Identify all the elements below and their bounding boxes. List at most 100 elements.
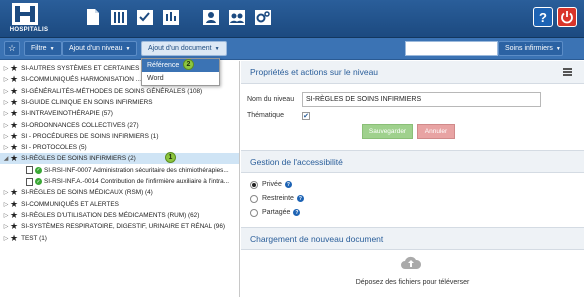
tree-item-label: SI-COMMUNIQUÉS ET ALERTES	[21, 200, 119, 208]
details-panel: Propriétés et actions sur le niveau Nom …	[241, 61, 584, 297]
access-option-label: Partagée	[262, 209, 291, 216]
top-bar: HOSPITALIS ?	[0, 0, 584, 38]
tree-level-row[interactable]: ▷ ★ SI-GÉNÉRALITÉS-MÉTHODES DE SOINS GÉNÉR…	[0, 86, 239, 97]
checklist-icon[interactable]	[134, 6, 156, 28]
scope-dropdown[interactable]: Soins infirmiers ▼	[498, 41, 563, 56]
tree-level-row[interactable]: ▷ ★ SI-COMMUNIQUÉS ET ALERTES	[0, 198, 239, 210]
tree-level-row[interactable]: ▷ ★ SI-ORDONNANCES COLLECTIVES (27)	[0, 119, 239, 131]
level-star-icon: ★	[10, 198, 19, 209]
add-level-button[interactable]: Ajout d'un niveau ▼	[62, 41, 138, 56]
expand-toggle-icon[interactable]: ▷	[2, 76, 10, 83]
hamburger-menu-icon[interactable]	[563, 68, 572, 76]
tree-document-row[interactable]: ✓ SI-RSI-INF-0007 Administration sécurita…	[0, 165, 239, 176]
access-option-restricted[interactable]: Restreinte?	[250, 193, 304, 204]
help-circle-icon[interactable]: ?	[293, 209, 301, 216]
tree-item-label: SI-RSI-INF.A.-0014 Contribution de l'inf…	[44, 178, 229, 185]
tree-level-row[interactable]: ▷ ★ SI-SYSTÈMES RESPIRATOIRE, DIGESTIF, UR…	[0, 221, 239, 232]
callout-badge-2: 2	[183, 59, 194, 70]
cancel-button[interactable]: Annuler	[417, 124, 455, 139]
level-name-label: Nom du niveau	[247, 96, 295, 103]
favorites-button[interactable]: ☆	[4, 41, 20, 56]
expand-toggle-icon[interactable]: ▷	[2, 235, 10, 242]
caret-down-icon: ▼	[214, 45, 220, 52]
tree-level-row[interactable]: ▷ ★ SI-INTRAVEINOTHÉRAPIE (57)	[0, 108, 239, 119]
hospitalis-logo-mark	[12, 3, 38, 25]
star-icon: ☆	[7, 43, 17, 53]
help-button[interactable]: ?	[533, 7, 553, 27]
help-circle-icon[interactable]: ?	[284, 181, 292, 188]
access-option-shared[interactable]: Partagée?	[250, 207, 301, 218]
expand-toggle-icon[interactable]: ▷	[2, 133, 10, 140]
level-star-icon: ★	[10, 119, 19, 130]
app-name: HOSPITALIS	[9, 27, 49, 33]
expand-toggle-icon[interactable]: ▷	[2, 99, 10, 106]
add-document-label: Ajout d'un document	[148, 45, 212, 52]
tree-level-row[interactable]: ◢ ★ SI-RÈGLES DE SOINS INFIRMIERS (2)	[0, 153, 239, 165]
level-star-icon: ★	[10, 187, 19, 198]
expand-toggle-icon[interactable]: ▷	[2, 201, 10, 208]
expand-toggle-icon[interactable]: ▷	[2, 110, 10, 117]
tree-item-label: SI-GUIDE CLINIQUE EN SOINS INFIRMIERS	[21, 98, 153, 106]
tree-level-row[interactable]: ▷ ★ SI - PROTOCOLES (5)	[0, 142, 239, 153]
cloud-upload-icon	[401, 256, 422, 269]
tree-level-row[interactable]: ▷ ★ SI-RÈGLES D'UTILISATION DES MÉDICAMENT…	[0, 209, 239, 221]
access-option-label: Restreinte	[262, 195, 294, 202]
help-circle-icon[interactable]: ?	[296, 195, 304, 202]
expand-toggle-icon[interactable]: ▷	[2, 223, 10, 230]
group-icon[interactable]	[226, 6, 248, 28]
level-star-icon: ★	[10, 209, 19, 220]
level-star-icon: ★	[10, 63, 19, 73]
expand-toggle-icon[interactable]: ▷	[2, 212, 10, 219]
drop-instructions: Déposez des fichiers pour téléverser	[355, 279, 470, 286]
approved-check-icon: ✓	[35, 178, 42, 185]
radio-shared[interactable]	[250, 208, 258, 217]
access-option-private[interactable]: Privée?	[250, 179, 292, 190]
properties-title: Propriétés et actions sur le niveau	[250, 67, 379, 77]
users-icon[interactable]	[200, 6, 222, 28]
checkmark-icon: ✔	[303, 113, 309, 120]
toolbar: ☆ Filtre ▼ Ajout d'un niveau ▼ Ajout d'un …	[0, 38, 584, 60]
main-nav	[82, 6, 278, 30]
file-drop-zone[interactable]: Déposez des fichiers pour téléverser	[241, 250, 584, 297]
tree-item-label: SI-RÈGLES DE SOINS INFIRMIERS (2)	[21, 155, 136, 163]
tree-level-row[interactable]: ▷ ★ SI - PROCÉDURES DE SOINS INFIRMIERS (1…	[0, 130, 239, 142]
expand-toggle-icon[interactable]: ▷	[2, 122, 10, 129]
expand-toggle-icon[interactable]: ▷	[2, 189, 10, 196]
level-name-value: SI-RÈGLES DE SOINS INFIRMIERS	[306, 96, 422, 103]
documents-icon[interactable]	[82, 6, 104, 28]
tree-document-row[interactable]: ✓ SI-RSI-INF.A.-0014 Contribution de l'in…	[0, 176, 239, 187]
logout-button[interactable]	[557, 7, 577, 27]
tree-level-row[interactable]: ▷ ★ SI-RÈGLES DE SOINS MÉDICAUX (RSM) (4)	[0, 187, 239, 198]
properties-header: Propriétés et actions sur le niveau	[241, 61, 584, 84]
filter-button[interactable]: Filtre ▼	[24, 41, 62, 56]
scope-label: Soins infirmiers	[505, 45, 553, 52]
radio-restricted[interactable]	[250, 194, 258, 203]
expand-toggle-icon[interactable]: ▷	[2, 65, 10, 72]
expand-toggle-icon[interactable]: ▷	[2, 144, 10, 151]
save-button[interactable]: Sauvegarder	[362, 124, 413, 139]
menu-item-word[interactable]: Word	[142, 72, 219, 85]
document-icon	[26, 177, 33, 186]
filter-label: Filtre	[31, 45, 47, 52]
tree-level-row[interactable]: ▷ ★ TEST (1)	[0, 232, 239, 244]
menu-item-reference[interactable]: Référence	[142, 59, 219, 72]
revisions-icon[interactable]	[160, 6, 182, 28]
level-star-icon: ★	[10, 74, 19, 85]
level-star-icon: ★	[10, 130, 19, 141]
tree-item-label: TEST (1)	[21, 234, 47, 242]
level-star-icon: ★	[10, 142, 19, 153]
hospitalis-logo: HOSPITALIS	[4, 2, 54, 36]
level-name-input[interactable]: SI-RÈGLES DE SOINS INFIRMIERS	[302, 92, 541, 107]
thematic-checkbox[interactable]: ✔	[302, 112, 310, 120]
expand-toggle-icon[interactable]: ◢	[2, 155, 10, 162]
expand-toggle-icon[interactable]: ▷	[2, 88, 10, 95]
settings-gears-icon[interactable]	[252, 6, 274, 28]
tree-level-row[interactable]: ▷ ★ SI-GUIDE CLINIQUE EN SOINS INFIRMIERS	[0, 97, 239, 108]
level-star-icon: ★	[10, 232, 19, 243]
tree-item-label: SI-ORDONNANCES COLLECTIVES (27)	[21, 121, 139, 129]
library-icon[interactable]	[108, 6, 130, 28]
search-input[interactable]	[405, 41, 498, 56]
radio-private[interactable]	[250, 180, 258, 189]
approved-check-icon: ✓	[35, 166, 42, 174]
add-document-button[interactable]: Ajout d'un document ▼	[141, 41, 227, 56]
